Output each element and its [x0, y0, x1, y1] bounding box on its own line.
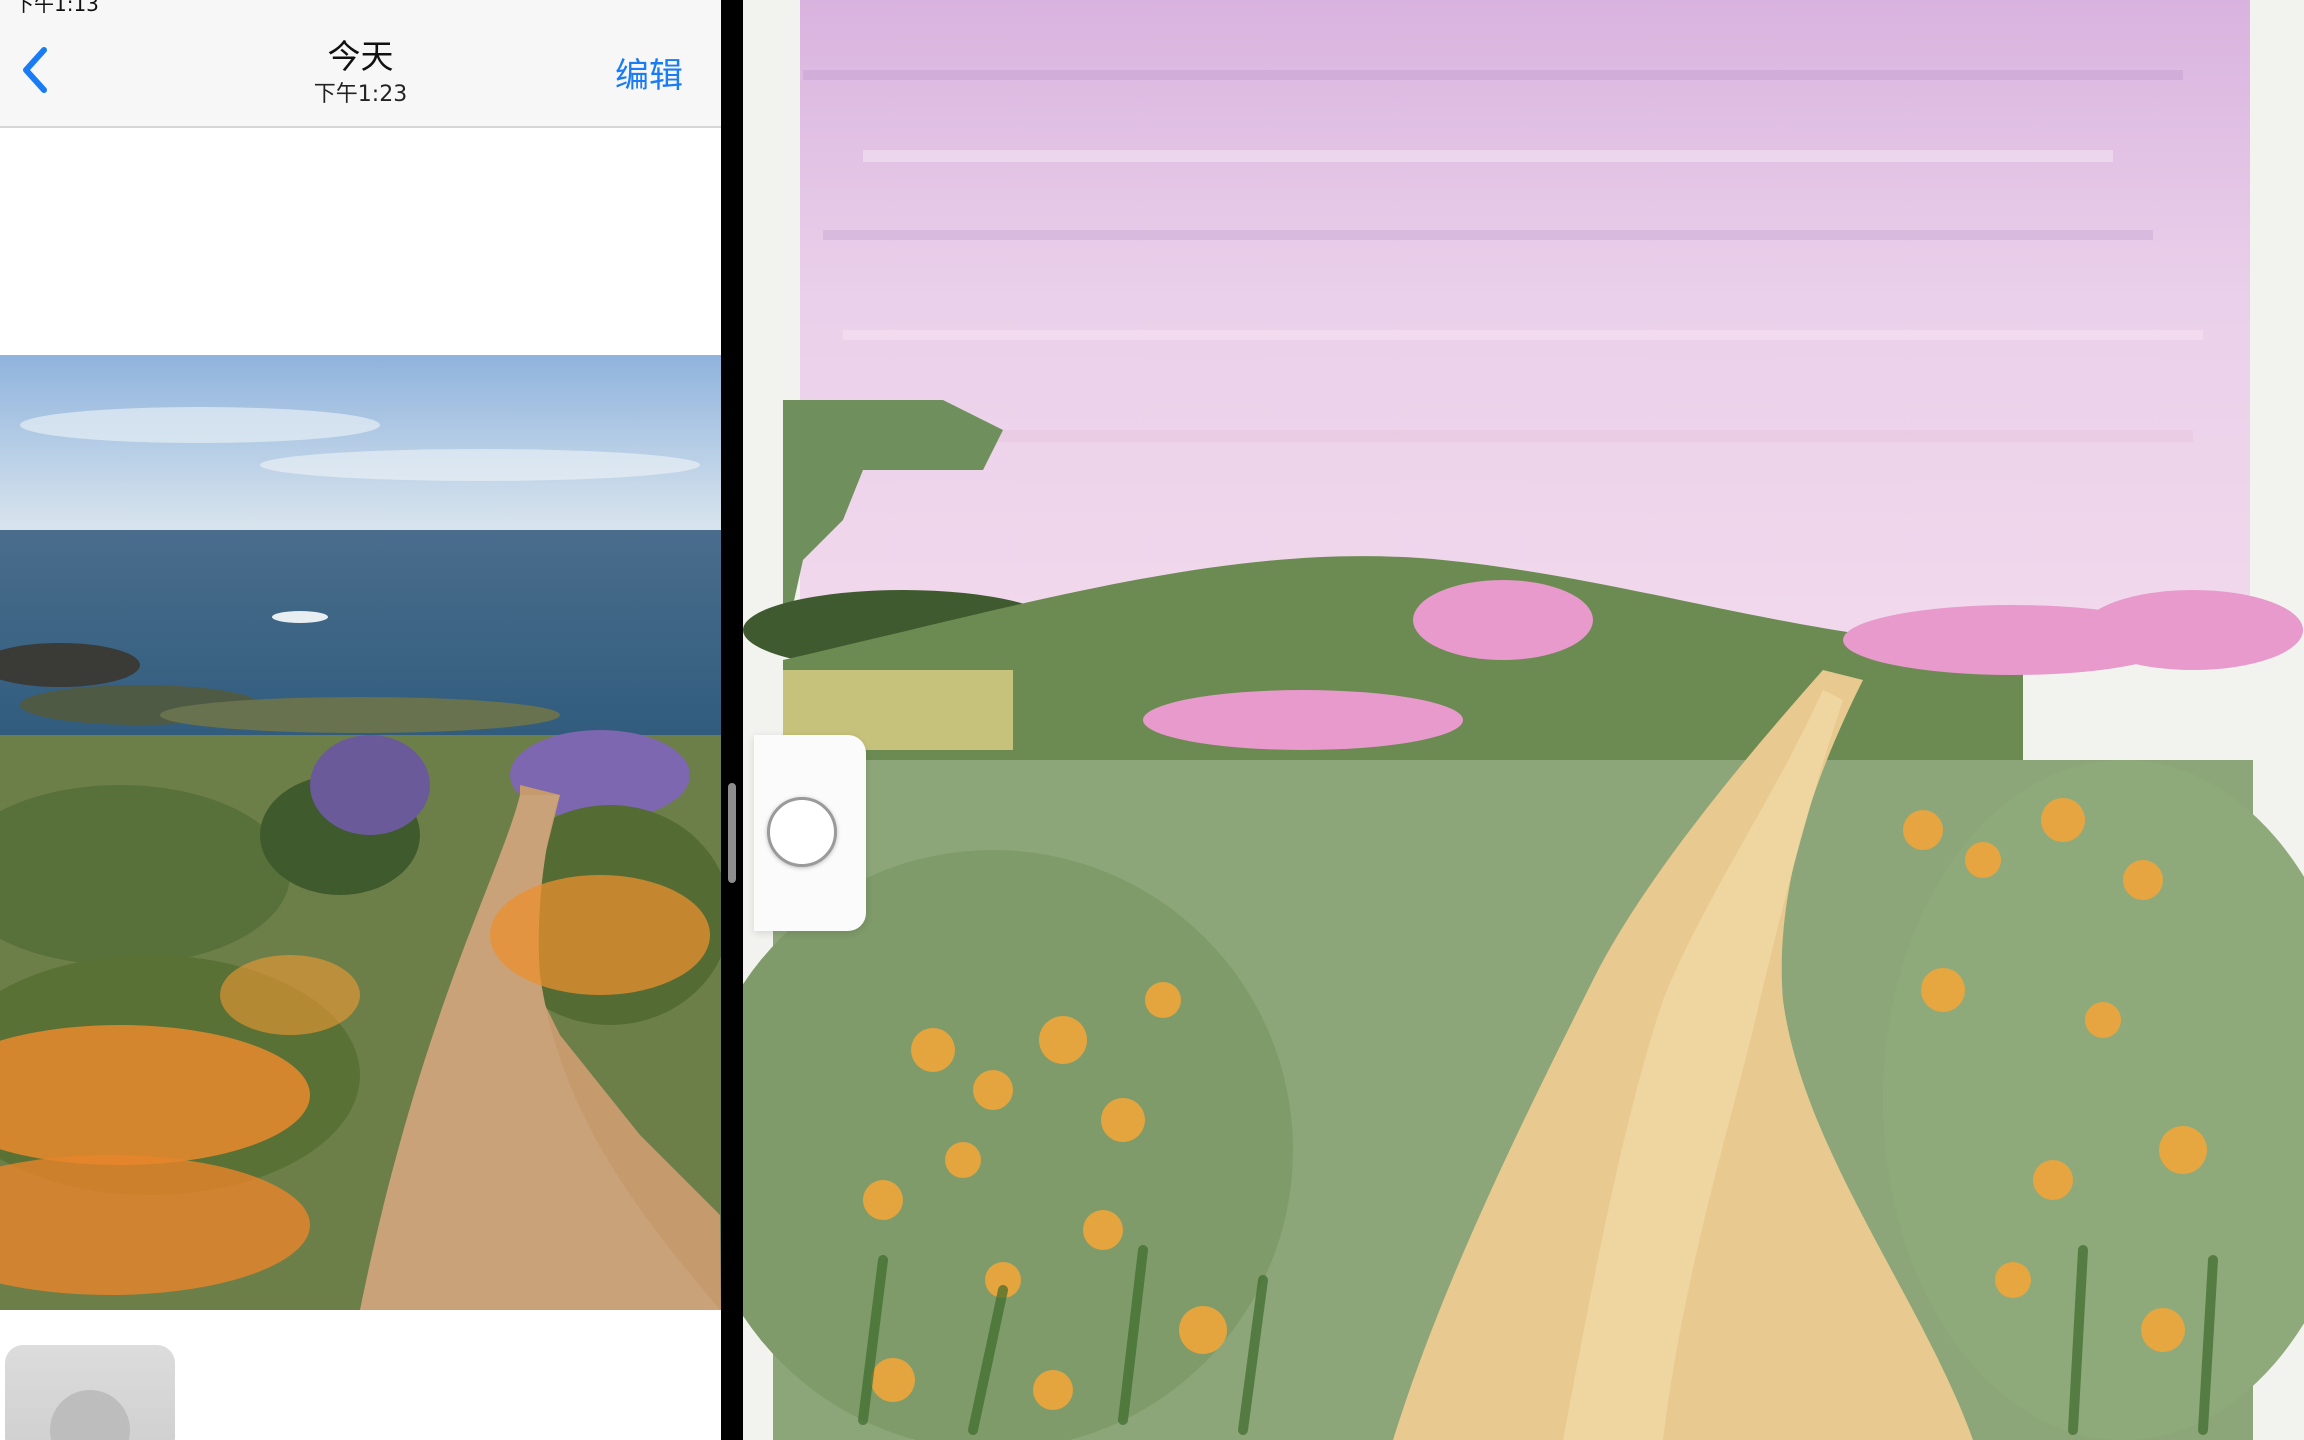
- split-view-divider[interactable]: [721, 0, 743, 1440]
- page-title: 今天: [327, 37, 394, 76]
- painting-app-pane: [743, 0, 2304, 1440]
- brush-size-control[interactable]: [767, 797, 837, 867]
- navigation-bar: 下午1:13 今天 下午1:23 编辑: [0, 0, 721, 128]
- floating-thumbnail[interactable]: [5, 1345, 175, 1440]
- reference-photo[interactable]: [0, 355, 721, 1310]
- painting-canvas[interactable]: [743, 0, 2304, 1440]
- edit-button[interactable]: 编辑: [615, 48, 683, 97]
- page-subtitle-time: 下午1:23: [313, 82, 408, 107]
- photos-app-pane: 下午1:13 今天 下午1:23 编辑: [0, 0, 721, 1440]
- coastal-trail-photo: [0, 355, 721, 1310]
- split-view-handle[interactable]: [728, 783, 736, 883]
- thumbnail-knob: [50, 1390, 130, 1440]
- status-bar-time: 下午1:13: [14, 0, 99, 16]
